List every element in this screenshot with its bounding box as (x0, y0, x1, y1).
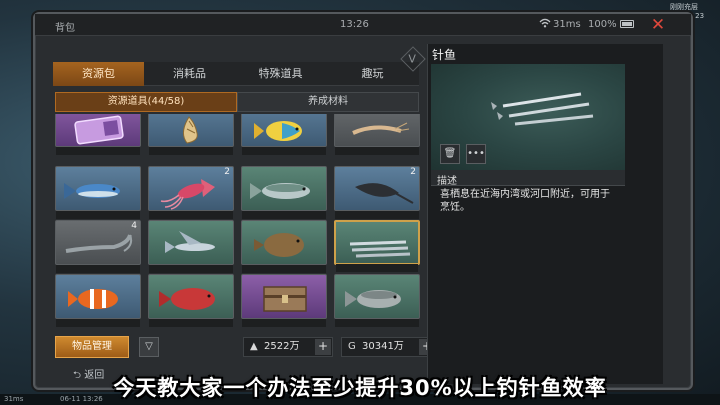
item-stingray[interactable]: 2 (334, 166, 420, 219)
item-shell[interactable] (148, 114, 234, 155)
window-title: 背包 (55, 23, 75, 34)
coin-pile-icon: ▲ (250, 341, 258, 352)
red-grouper-icon (159, 288, 215, 310)
delete-button[interactable]: 🗑 (440, 144, 460, 164)
description-text: 喜栖息在近海内湾或河口附近，可用于烹饪。 (440, 189, 610, 213)
battery-text: 100% (588, 19, 617, 30)
treasure-chest-icon (263, 286, 307, 312)
watermark-line1: 刚刚充层 (670, 3, 698, 11)
close-button[interactable]: ✕ (647, 15, 669, 35)
needlefish-preview (491, 92, 594, 126)
item-salmon[interactable] (241, 166, 327, 219)
item-count: 2 (224, 167, 230, 177)
subtab-cultivation-materials[interactable]: 养成材料 (237, 92, 419, 112)
more-button[interactable]: ••• (466, 144, 486, 164)
description-label: 描述 (437, 176, 457, 187)
item-squid[interactable]: 2 (148, 166, 234, 219)
item-shrimp[interactable]: 2 (334, 114, 420, 155)
ticket-icon (74, 115, 124, 145)
tropical-fish-icon (254, 121, 302, 141)
item-preview-image (431, 64, 625, 170)
wifi-icon (539, 18, 551, 31)
shell-icon (183, 116, 198, 144)
item-flying-fish[interactable] (148, 220, 234, 273)
item-detail-panel: 针鱼 🗑 ••• 描述 喜栖息在近海内湾或河口附近，可用于烹饪。 (427, 44, 663, 384)
clownfish-icon (68, 289, 118, 309)
clock: 13:26 (340, 19, 369, 30)
add-currency-1-button[interactable]: + (315, 339, 331, 355)
close-icon: ✕ (650, 15, 666, 35)
backpack-window: 背包 13:26 31ms 100% ✕ 资源包 消耗品 特殊道具 趣玩 V 资… (33, 12, 693, 390)
item-flounder[interactable] (241, 220, 327, 273)
category-tabs: 资源包 消耗品 特殊道具 趣玩 (53, 62, 419, 86)
item-ticket[interactable]: 5 (55, 114, 141, 155)
video-caption: 今天教大家一个办法至少提升30%以上钓针鱼效率 (113, 376, 607, 400)
subtabs: 资源道具(44/58) 养成材料 (55, 92, 419, 112)
blue-fish-icon (64, 183, 120, 199)
item-name: 针鱼 (432, 48, 457, 62)
item-blue-fish[interactable] (55, 166, 141, 219)
bass-icon (345, 290, 401, 308)
filter-button[interactable]: ▽ (139, 337, 159, 357)
subtab-resource-items[interactable]: 资源道具(44/58) (55, 92, 237, 112)
item-management-button[interactable]: 物品管理 (55, 336, 129, 358)
tab-consumables[interactable]: 消耗品 (144, 62, 235, 86)
flounder-icon (254, 233, 304, 257)
item-clownfish[interactable] (55, 274, 141, 327)
tab-resource-pack[interactable]: 资源包 (53, 62, 144, 86)
trash-icon: 🗑 (443, 148, 457, 159)
item-tropical-fish[interactable] (241, 114, 327, 155)
needlefish-icon (349, 240, 411, 258)
flying-fish-icon (165, 231, 215, 253)
stingray-icon (355, 183, 414, 204)
item-eel[interactable]: 4 (55, 220, 141, 273)
currency-1-value: 2522万 (264, 341, 300, 352)
item-red-grouper[interactable] (148, 274, 234, 327)
ping-text: 31ms (553, 19, 581, 30)
salmon-icon (250, 183, 310, 199)
currency-2-value: 30341万 (362, 341, 404, 352)
bottom-toolbar: 物品管理 ▽ ▲ 2522万 + G 30341万 + (53, 336, 441, 360)
g-coin-icon: G (348, 341, 356, 352)
item-count: 4 (131, 221, 137, 231)
squid-icon (160, 179, 215, 210)
currency-box-1: ▲ 2522万 + (243, 337, 333, 357)
description-header: 描述 (431, 170, 625, 187)
item-grid: 5 2 2 2 (55, 114, 425, 328)
item-treasure-chest[interactable] (241, 274, 327, 327)
tab-special-items[interactable]: 特殊道具 (235, 62, 326, 86)
shrimp-icon (352, 122, 410, 135)
more-icon: ••• (467, 148, 485, 159)
battery-icon (620, 20, 634, 28)
eel-icon (65, 234, 133, 253)
item-bass[interactable] (334, 274, 420, 327)
currency-box-2: G 30341万 + (341, 337, 437, 357)
window-topbar: 背包 13:26 31ms 100% ✕ (35, 14, 691, 36)
item-needlefish-selected[interactable] (334, 220, 420, 272)
item-count: 2 (410, 167, 416, 177)
filter-icon: ▽ (145, 341, 153, 352)
